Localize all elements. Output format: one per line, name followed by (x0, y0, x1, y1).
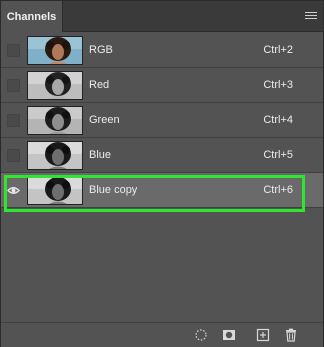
channel-row-rgb[interactable]: RGB Ctrl+2 (1, 33, 323, 68)
panel-footer (1, 322, 323, 347)
channel-list: RGB Ctrl+2 Red Ctrl+3 Green Ctrl+4 Blue … (1, 33, 323, 208)
save-selection-mask-icon[interactable] (222, 328, 236, 342)
visibility-toggle[interactable] (7, 79, 20, 92)
new-channel-icon[interactable] (256, 328, 270, 342)
channel-name: RGB (89, 44, 113, 56)
channel-shortcut: Ctrl+3 (263, 79, 293, 91)
hamburger-menu-icon[interactable] (305, 10, 317, 22)
channel-thumbnail (27, 36, 83, 65)
visibility-toggle[interactable] (7, 114, 20, 127)
channel-row-blue-copy[interactable]: Blue copy Ctrl+6 (1, 173, 323, 208)
channel-thumbnail (27, 71, 83, 100)
visibility-toggle[interactable] (7, 184, 20, 197)
load-selection-icon[interactable] (194, 328, 208, 342)
channel-row-red[interactable]: Red Ctrl+3 (1, 68, 323, 103)
channel-shortcut: Ctrl+4 (263, 114, 293, 126)
channel-name: Blue copy (89, 184, 138, 196)
channel-shortcut: Ctrl+5 (263, 149, 293, 161)
channel-name: Red (89, 79, 110, 91)
channels-panel: Channels RGB Ctrl+2 Red Ctrl+3 Green Ctr… (0, 0, 324, 347)
channel-name: Green (89, 114, 120, 126)
visibility-toggle[interactable] (7, 44, 20, 57)
delete-channel-icon[interactable] (284, 328, 298, 342)
channel-shortcut: Ctrl+6 (263, 184, 293, 196)
channel-name: Blue (89, 149, 112, 161)
channel-thumbnail (27, 141, 83, 170)
channel-shortcut: Ctrl+2 (263, 44, 293, 56)
channel-thumbnail (27, 106, 83, 135)
visibility-toggle[interactable] (7, 149, 20, 162)
eye-icon (7, 187, 20, 194)
channel-row-green[interactable]: Green Ctrl+4 (1, 103, 323, 138)
tab-channels[interactable]: Channels (1, 1, 63, 32)
channel-row-blue[interactable]: Blue Ctrl+5 (1, 138, 323, 173)
panel-tab-bar: Channels (1, 1, 323, 32)
channel-thumbnail (27, 176, 83, 205)
